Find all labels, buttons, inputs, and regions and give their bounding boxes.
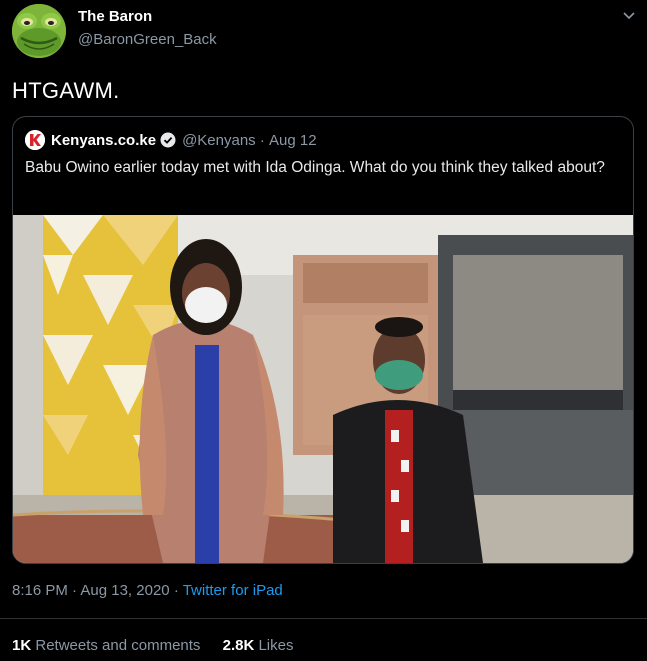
quoted-account-name: Kenyans.co.ke [51,131,157,149]
frog-avatar-icon [12,4,66,58]
display-name[interactable]: The Baron [78,8,152,25]
verified-badge-icon [160,132,176,148]
quoted-handle: @Kenyans [182,131,256,149]
kenyans-logo-icon [25,130,45,150]
avatar[interactable] [12,4,66,58]
tweet-source-link[interactable]: Twitter for iPad [183,582,283,599]
tweet-stats: 1K Retweets and comments 2.8K Likes [12,637,312,654]
user-handle[interactable]: @BaronGreen_Back [78,31,217,48]
tweet-date[interactable]: Aug 13, 2020 [80,582,169,599]
tweet-time[interactable]: 8:16 PM [12,582,68,599]
quoted-tweet-photo[interactable] [13,215,633,563]
separator-dot: · [255,131,270,149]
quoted-date: Aug 12 [269,131,317,149]
retweets-label: Retweets and comments [35,637,201,654]
separator-dot: · [173,582,183,599]
quoted-tweet-card[interactable]: Kenyans.co.ke @Kenyans · Aug 12 Babu Owi… [12,116,634,564]
tweet-meta: 8:16 PM · Aug 13, 2020 · Twitter for iPa… [12,582,283,599]
likes-label: Likes [258,637,294,654]
retweets-stat[interactable]: 1K Retweets and comments [12,637,205,654]
chevron-down-icon[interactable] [621,8,637,24]
quoted-tweet-text: Babu Owino earlier today met with Ida Od… [25,159,605,176]
tweet-text: HTGAWM. [12,78,120,103]
likes-count: 2.8K [222,637,255,654]
divider [0,618,647,619]
quoted-tweet-header: Kenyans.co.ke @Kenyans · Aug 12 [25,129,317,151]
likes-stat[interactable]: 2.8K Likes [223,637,294,654]
retweets-count: 1K [12,637,32,654]
